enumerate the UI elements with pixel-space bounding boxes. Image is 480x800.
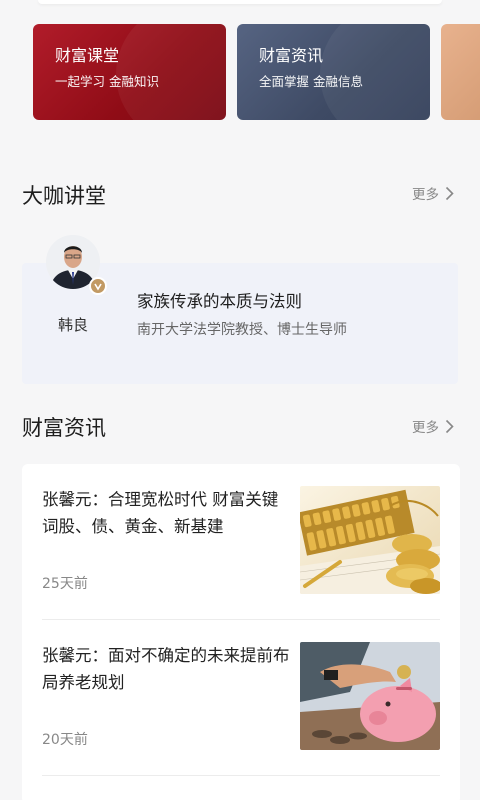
promo-card-title: 财富课堂 [55,46,120,65]
news-item[interactable]: 张馨元：面对不确定的未来提前布局养老规划 20天前 [42,642,440,750]
news-section-title: 财富资讯 [22,416,106,440]
news-more-link[interactable]: 更多 [412,416,454,436]
more-label: 更多 [412,187,439,203]
verified-badge-icon [89,277,107,295]
card-decoration [116,24,226,120]
divider [42,619,440,620]
promo-card-wealth-class[interactable]: 财富课堂 一起学习 金融知识 [33,24,226,120]
news-item[interactable]: 张馨元：合理宽松时代 财富关键词股、债、黄金、新基建 25天前 [42,486,440,594]
promo-card-wealth-news[interactable]: 财富资讯 全面掌握 金融信息 [237,24,430,120]
news-time: 25天前 [42,576,88,592]
lecture-title[interactable]: 家族传承的本质与法则 [137,288,302,312]
more-label: 更多 [412,420,439,436]
divider [42,775,440,776]
news-title: 张馨元：合理宽松时代 财富关键词股、债、黄金、新基建 [42,490,279,536]
news-title: 张馨元：面对不确定的未来提前布局养老规划 [42,646,290,692]
chevron-right-icon [445,419,454,433]
speaker-description: 南开大学法学院教授、博士生导师 [137,322,347,338]
promo-card-title: 财富资讯 [259,46,324,65]
lecture-section-title: 大咖讲堂 [22,184,106,208]
news-thumbnail-piggy-bank [300,642,440,750]
chevron-right-icon [445,186,454,200]
news-list-card: 张馨元：合理宽松时代 财富关键词股、债、黄金、新基建 25天前 张馨元：面对不确… [22,464,460,800]
card-decoration [320,24,430,120]
news-thumbnail-gold-abacus [300,486,440,594]
promo-card-partial[interactable] [441,24,480,120]
promo-cards-carousel[interactable]: 财富课堂 一起学习 金融知识 财富资讯 全面掌握 金融信息 [33,24,480,120]
news-time: 20天前 [42,732,88,748]
speaker-name: 韩良 [58,316,89,334]
previous-card-edge [38,0,442,4]
lecture-more-link[interactable]: 更多 [412,183,454,203]
promo-card-subtitle: 全面掌握 金融信息 [259,74,363,89]
promo-card-subtitle: 一起学习 金融知识 [55,74,159,89]
